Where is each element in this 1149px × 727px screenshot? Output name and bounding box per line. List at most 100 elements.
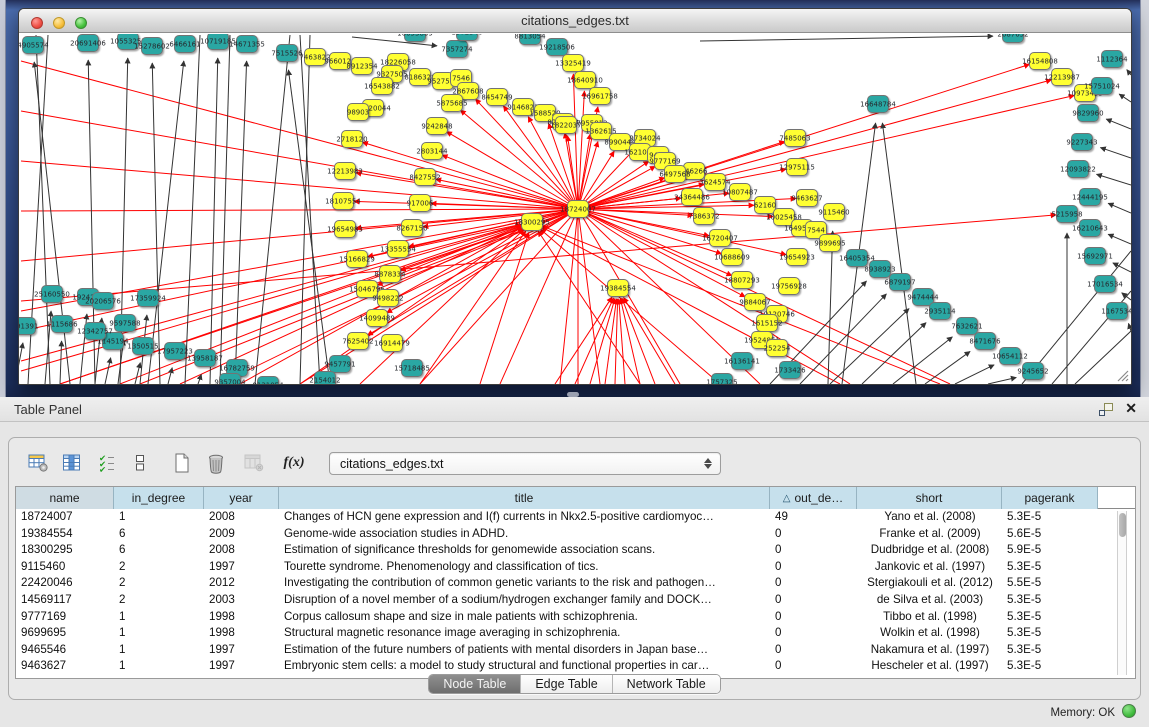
citation-edge-black[interactable]: [235, 61, 247, 384]
citation-edge-black[interactable]: [220, 35, 230, 384]
network-node-yellow[interactable]: 19384554: [600, 280, 636, 297]
network-node-yellow[interactable]: 12975115: [779, 159, 815, 176]
window-titlebar[interactable]: citations_edges.txt: [19, 9, 1131, 33]
network-node-yellow[interactable]: 19654983: [327, 221, 363, 238]
new-table-icon[interactable]: [167, 449, 197, 477]
select-columns-check-icon[interactable]: ✔✔✔: [91, 449, 121, 477]
float-window-icon[interactable]: [1099, 403, 1113, 416]
table-row[interactable]: 946362711997Embryonic stem cells: a mode…: [16, 658, 1135, 675]
citation-edge-black[interactable]: [988, 377, 1016, 384]
citation-edge-black[interactable]: [955, 365, 994, 384]
network-node-teal[interactable]: 1112364: [1096, 51, 1128, 68]
network-node-yellow[interactable]: 9463627: [791, 190, 822, 207]
tab-node-table[interactable]: Node Table: [429, 675, 521, 693]
network-node-teal[interactable]: 5215958: [1051, 206, 1082, 223]
citation-edge-red[interactable]: [619, 299, 625, 384]
column-header-name[interactable]: name: [16, 487, 114, 509]
network-node-teal[interactable]: 391391: [19, 318, 38, 335]
citation-edge-black[interactable]: [1097, 174, 1131, 185]
network-node-yellow[interactable]: 18640910: [567, 72, 603, 89]
citation-edge-red[interactable]: [615, 299, 618, 384]
network-node-yellow[interactable]: 18807293: [724, 272, 760, 289]
citation-edge-red[interactable]: [442, 155, 578, 209]
citation-edge-red[interactable]: [120, 226, 522, 384]
citation-edge-black[interactable]: [1100, 148, 1131, 158]
network-node-yellow[interactable]: 12213987: [1044, 69, 1080, 86]
table-row[interactable]: 977716911998Corpus callosum shape and si…: [16, 609, 1135, 626]
function-builder-icon[interactable]: f(x): [279, 449, 309, 477]
network-node-teal[interactable]: 1757325: [706, 374, 737, 386]
network-node-teal[interactable]: 7357274: [441, 41, 473, 58]
network-node-teal[interactable]: 2154012: [309, 372, 340, 386]
citation-network-graph[interactable]: 4905574206914061055325715278602646616110…: [19, 34, 1131, 385]
citation-edge-black[interactable]: [135, 363, 140, 384]
table-row[interactable]: 2242004622012Investigating the contribut…: [16, 575, 1135, 592]
citation-edge-black[interactable]: [925, 351, 970, 384]
network-node-yellow[interactable]: 16961758: [582, 88, 618, 105]
citation-edge-black[interactable]: [288, 70, 330, 384]
citation-edge-black[interactable]: [1122, 293, 1131, 300]
network-canvas[interactable]: 4905574206914061055325715278602646616110…: [19, 34, 1131, 385]
network-node-yellow[interactable]: 2718120: [336, 131, 367, 148]
network-node-teal[interactable]: 16053809: [397, 34, 433, 42]
network-node-teal[interactable]: 19218506: [539, 39, 575, 56]
network-node-yellow[interactable]: 2803144: [416, 143, 448, 160]
table-settings-icon[interactable]: [23, 449, 53, 477]
network-node-yellow[interactable]: 10688609: [714, 249, 750, 266]
network-node-teal[interactable]: 6466161: [169, 36, 200, 53]
network-node-teal[interactable]: 1167534: [1101, 303, 1131, 320]
scrollbar-thumb[interactable]: [1119, 513, 1126, 537]
citation-edge-red[interactable]: [620, 299, 640, 384]
network-node-teal[interactable]: 8131054: [252, 377, 284, 386]
delete-table-icon[interactable]: [201, 449, 231, 477]
citation-edge-black[interactable]: [185, 35, 200, 384]
citation-edge-red[interactable]: [21, 224, 521, 331]
citation-edge-black[interactable]: [1128, 323, 1131, 331]
network-node-yellow[interactable]: 252254: [764, 340, 791, 357]
network-node-teal[interactable]: 16648784: [860, 96, 896, 113]
close-icon[interactable]: ✕: [1125, 400, 1137, 417]
citation-edge-black[interactable]: [800, 294, 886, 384]
network-view-window[interactable]: 4905574206914061055325715278602646616110…: [18, 8, 1132, 385]
citation-edge-red[interactable]: [21, 161, 578, 209]
citation-edge-black[interactable]: [1127, 70, 1131, 75]
table-row[interactable]: 969969511998Structural magnetic resonanc…: [16, 625, 1135, 642]
network-node-teal[interactable]: 4905574: [19, 37, 49, 54]
network-node-yellow[interactable]: 7386372: [688, 208, 719, 225]
citation-edge-black[interactable]: [105, 358, 111, 384]
vertical-scrollbar[interactable]: [1117, 511, 1127, 675]
citation-edge-black[interactable]: [34, 62, 70, 384]
network-node-yellow[interactable]: 917006: [407, 195, 434, 212]
column-header-pagerank[interactable]: pagerank: [1002, 487, 1098, 509]
network-node-teal[interactable]: 12444195: [1072, 189, 1108, 206]
network-node-teal[interactable]: 17359924: [130, 290, 166, 307]
network-node-yellow[interactable]: 7485063: [779, 130, 810, 147]
network-node-teal[interactable]: 1115686: [46, 316, 78, 333]
column-header-in_degree[interactable]: in_degree: [114, 487, 204, 509]
citation-edge-black[interactable]: [1119, 94, 1131, 102]
network-node-teal[interactable]: 10654112: [992, 348, 1028, 365]
table-row[interactable]: 911546021997Tourette syndrome. Phenomeno…: [16, 559, 1135, 576]
network-node-yellow[interactable]: 16154808: [1022, 53, 1058, 70]
network-node-yellow[interactable]: 13325419: [555, 55, 591, 72]
network-node-yellow[interactable]: 9115460: [818, 204, 849, 221]
citation-edge-black[interactable]: [60, 341, 62, 384]
network-node-teal[interactable]: 20691406: [70, 35, 106, 52]
column-chooser-icon[interactable]: [125, 449, 155, 477]
citation-edge-red[interactable]: [21, 61, 578, 209]
network-node-teal[interactable]: 8471676: [969, 333, 1001, 350]
citation-edge-black[interactable]: [210, 58, 218, 384]
network-node-teal[interactable]: 9245652: [1017, 363, 1048, 380]
citation-edge-red[interactable]: [560, 209, 578, 384]
column-header-out_de[interactable]: △out_de…: [770, 487, 857, 509]
network-node-yellow[interactable]: 98903: [347, 104, 369, 121]
citation-edge-black[interactable]: [255, 35, 290, 384]
network-node-teal[interactable]: 16210643: [1072, 220, 1108, 237]
network-node-yellow[interactable]: 19756928: [771, 278, 807, 295]
network-node-teal[interactable]: 2687652: [997, 34, 1028, 43]
network-node-teal[interactable]: 15718485: [394, 360, 430, 377]
resize-grip[interactable]: [1115, 368, 1129, 382]
citation-edge-black[interactable]: [1106, 119, 1131, 129]
network-node-teal[interactable]: 17016534: [1087, 276, 1123, 293]
citation-edge-black[interactable]: [830, 309, 909, 384]
